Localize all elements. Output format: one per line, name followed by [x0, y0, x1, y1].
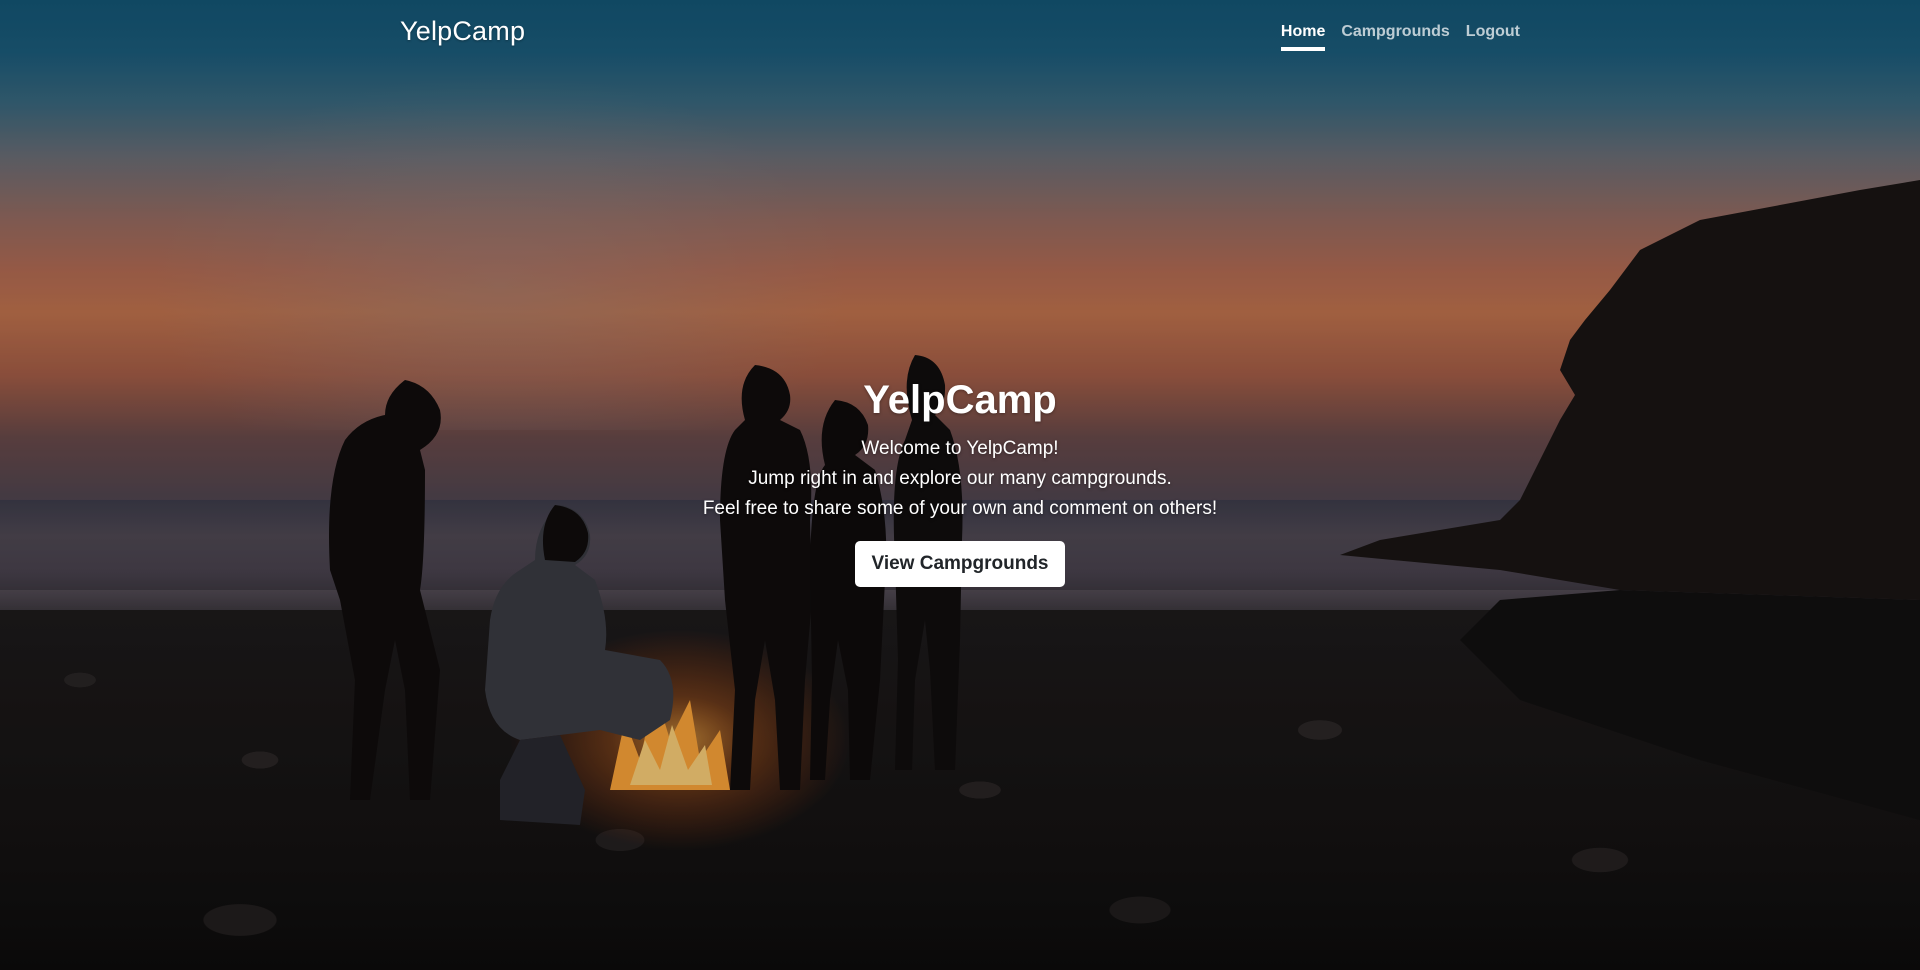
nav-link-campgrounds[interactable]: Campgrounds [1341, 23, 1449, 51]
navbar: YelpCamp Home Campgrounds Logout [0, 0, 1920, 70]
view-campgrounds-button[interactable]: View Campgrounds [855, 541, 1065, 587]
hero-section: YelpCamp Welcome to YelpCamp! Jump right… [0, 378, 1920, 587]
brand-logo[interactable]: YelpCamp [400, 16, 525, 47]
hero-explore-text: Jump right in and explore our many campg… [748, 468, 1172, 489]
landing-page: YelpCamp Home Campgrounds Logout YelpCam… [0, 0, 1920, 970]
nav-link-logout[interactable]: Logout [1466, 23, 1520, 51]
hero-share-text: Feel free to share some of your own and … [702, 498, 1218, 519]
hero-title: YelpCamp [863, 378, 1057, 422]
nav-links: Home Campgrounds Logout [1280, 23, 1520, 51]
nav-link-home[interactable]: Home [1280, 23, 1326, 51]
hero-welcome-text: Welcome to YelpCamp! [861, 438, 1059, 459]
